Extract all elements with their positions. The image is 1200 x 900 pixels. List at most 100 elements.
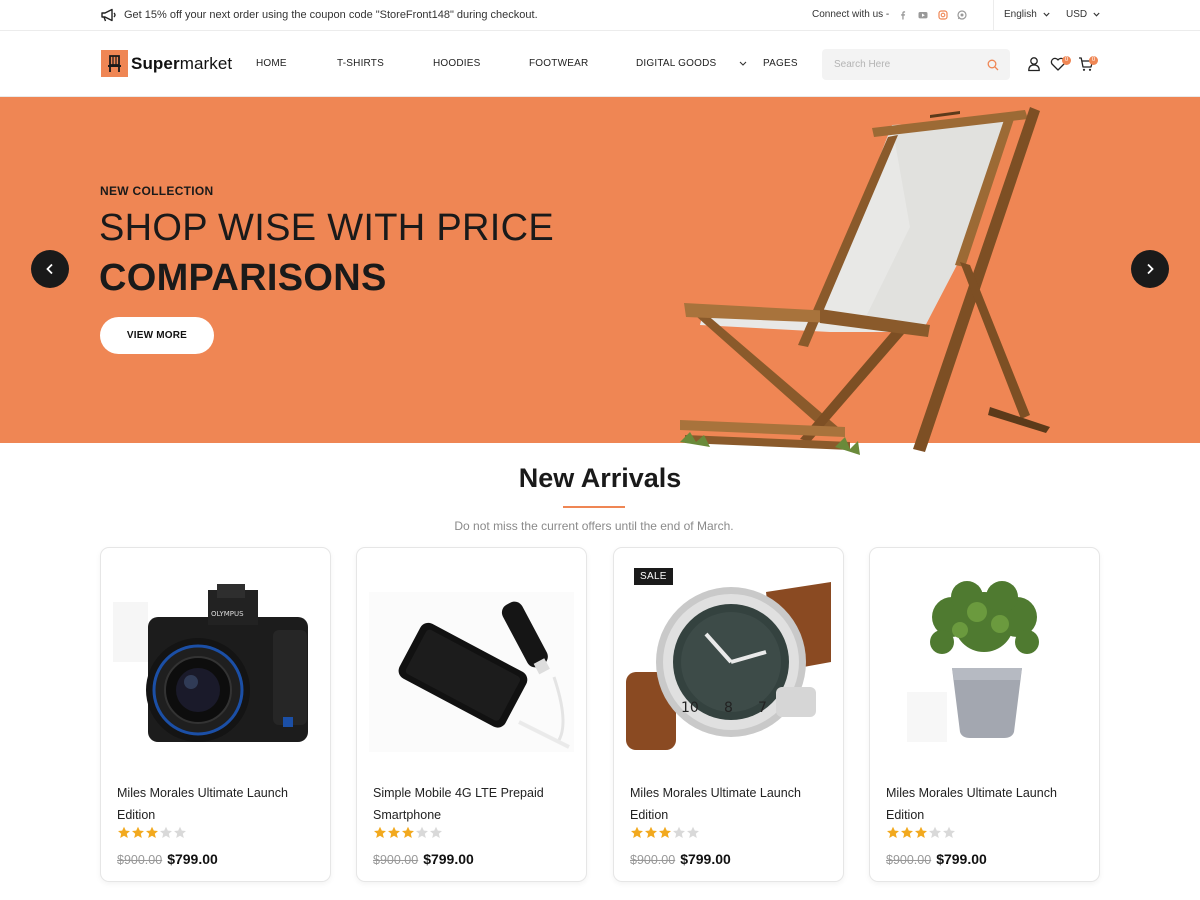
user-icon[interactable] <box>1025 55 1043 73</box>
sale-price: $799.00 <box>423 851 474 867</box>
wishlist-count-badge: 0 <box>1062 56 1071 65</box>
currency-value: USD <box>1066 9 1088 20</box>
nav-home[interactable]: HOME <box>256 58 287 69</box>
hero-title-line2: COMPARISONS <box>99 257 387 299</box>
social-links: Connect with us - <box>812 9 967 20</box>
whatsapp-icon[interactable] <box>957 9 967 20</box>
product-rating <box>117 826 187 839</box>
smartphone-image[interactable] <box>369 562 574 755</box>
hero-title-line1: SHOP WISE WITH PRICE <box>99 207 555 249</box>
star-filled-icon <box>901 826 913 838</box>
connect-label: Connect with us - <box>812 9 890 20</box>
nav-footwear[interactable]: FOOTWEAR <box>529 58 588 69</box>
original-price: $900.00 <box>373 853 419 867</box>
language-value: English <box>1004 9 1037 20</box>
hero-slider: NEW COLLECTION SHOP WISE WITH PRICE COMP… <box>0 97 1200 455</box>
main-header: Supermarket HOME T-SHIRTS HOODIES FOOTWE… <box>0 31 1200 97</box>
product-name[interactable]: Miles Morales Ultimate Launch Edition <box>630 782 830 826</box>
nav-digital-goods[interactable]: DIGITAL GOODS <box>636 58 716 69</box>
star-empty-icon <box>673 826 685 838</box>
star-empty-icon <box>160 826 172 838</box>
star-filled-icon <box>146 826 158 838</box>
search-icon[interactable] <box>987 59 999 71</box>
language-selector[interactable]: English <box>1004 9 1050 20</box>
chevron-down-icon[interactable] <box>739 61 747 66</box>
star-filled-icon <box>402 826 414 838</box>
original-price: $900.00 <box>630 853 676 867</box>
slider-prev-button[interactable] <box>31 250 69 288</box>
topbar-divider <box>993 0 994 31</box>
product-card[interactable]: OLYMPUS Miles Morales Ultimate Launch Ed… <box>100 547 331 882</box>
chevron-right-icon <box>1147 263 1154 275</box>
product-card[interactable]: Miles Morales Ultimate Launch Edition $9… <box>869 547 1100 882</box>
star-filled-icon <box>659 826 671 838</box>
watch-image[interactable]: 10 8 7 <box>626 562 831 755</box>
youtube-icon[interactable] <box>917 10 929 20</box>
product-price: $900.00 $799.00 <box>117 851 218 867</box>
product-card[interactable]: 10 8 7 SALE Miles Morales Ultimate Launc… <box>613 547 844 882</box>
chevron-left-icon <box>46 263 53 275</box>
product-price: $900.00 $799.00 <box>886 851 987 867</box>
hero-subtitle: NEW COLLECTION <box>100 184 214 198</box>
star-filled-icon <box>915 826 927 838</box>
search-input[interactable] <box>822 49 982 80</box>
star-filled-icon <box>118 826 130 838</box>
nav-t-shirts[interactable]: T-SHIRTS <box>337 58 384 69</box>
product-rating <box>630 826 700 839</box>
view-more-button[interactable]: VIEW MORE <box>100 317 214 354</box>
original-price: $900.00 <box>117 853 163 867</box>
potted-plant-image[interactable] <box>882 562 1087 755</box>
product-price: $900.00 $799.00 <box>373 851 474 867</box>
nav-hoodies[interactable]: HOODIES <box>433 58 481 69</box>
sale-price: $799.00 <box>680 851 731 867</box>
currency-selector[interactable]: USD <box>1066 9 1100 20</box>
facebook-icon[interactable] <box>898 10 908 20</box>
product-name[interactable]: Simple Mobile 4G LTE Prepaid Smartphone <box>373 782 573 826</box>
star-filled-icon <box>388 826 400 838</box>
deck-chair-image <box>680 107 1050 455</box>
cart-count-badge: 0 <box>1089 56 1098 65</box>
svg-text:OLYMPUS: OLYMPUS <box>211 610 244 618</box>
original-price: $900.00 <box>886 853 932 867</box>
section-subtitle: Do not miss the current offers until the… <box>454 519 734 533</box>
product-name[interactable]: Miles Morales Ultimate Launch Edition <box>117 782 317 826</box>
chevron-down-icon <box>1043 12 1050 17</box>
chevron-down-icon <box>1093 12 1100 17</box>
star-empty-icon <box>687 826 699 838</box>
product-rating <box>373 826 443 839</box>
section-title: New Arrivals <box>518 463 682 493</box>
product-price: $900.00 $799.00 <box>630 851 731 867</box>
product-name[interactable]: Miles Morales Ultimate Launch Edition <box>886 782 1086 826</box>
product-card[interactable]: Simple Mobile 4G LTE Prepaid Smartphone … <box>356 547 587 882</box>
sale-badge: SALE <box>634 568 673 585</box>
logo-text: Supermarket <box>131 53 233 73</box>
instagram-icon[interactable] <box>938 9 948 20</box>
star-filled-icon <box>374 826 386 838</box>
star-filled-icon <box>132 826 144 838</box>
logo[interactable]: Supermarket <box>101 50 232 77</box>
section-title-underline <box>563 506 625 508</box>
star-empty-icon <box>174 826 186 838</box>
star-filled-icon <box>631 826 643 838</box>
sale-price: $799.00 <box>167 851 218 867</box>
product-rating <box>886 826 956 839</box>
star-empty-icon <box>416 826 428 838</box>
star-empty-icon <box>943 826 955 838</box>
svg-text:8: 8 <box>724 700 733 716</box>
promo-banner: Get 15% off your next order using the co… <box>100 8 538 22</box>
star-empty-icon <box>929 826 941 838</box>
svg-text:7: 7 <box>758 700 767 716</box>
chair-logo-icon <box>101 50 128 77</box>
top-bar: Get 15% off your next order using the co… <box>0 0 1200 31</box>
svg-text:10: 10 <box>681 700 699 716</box>
star-filled-icon <box>887 826 899 838</box>
star-empty-icon <box>430 826 442 838</box>
search-box <box>822 49 1010 80</box>
megaphone-icon <box>101 8 116 22</box>
slider-next-button[interactable] <box>1131 250 1169 288</box>
nav-pages[interactable]: PAGES <box>763 58 798 69</box>
sale-price: $799.00 <box>936 851 987 867</box>
promo-text: Get 15% off your next order using the co… <box>124 9 538 21</box>
star-filled-icon <box>645 826 657 838</box>
camera-image[interactable]: OLYMPUS <box>113 562 318 755</box>
